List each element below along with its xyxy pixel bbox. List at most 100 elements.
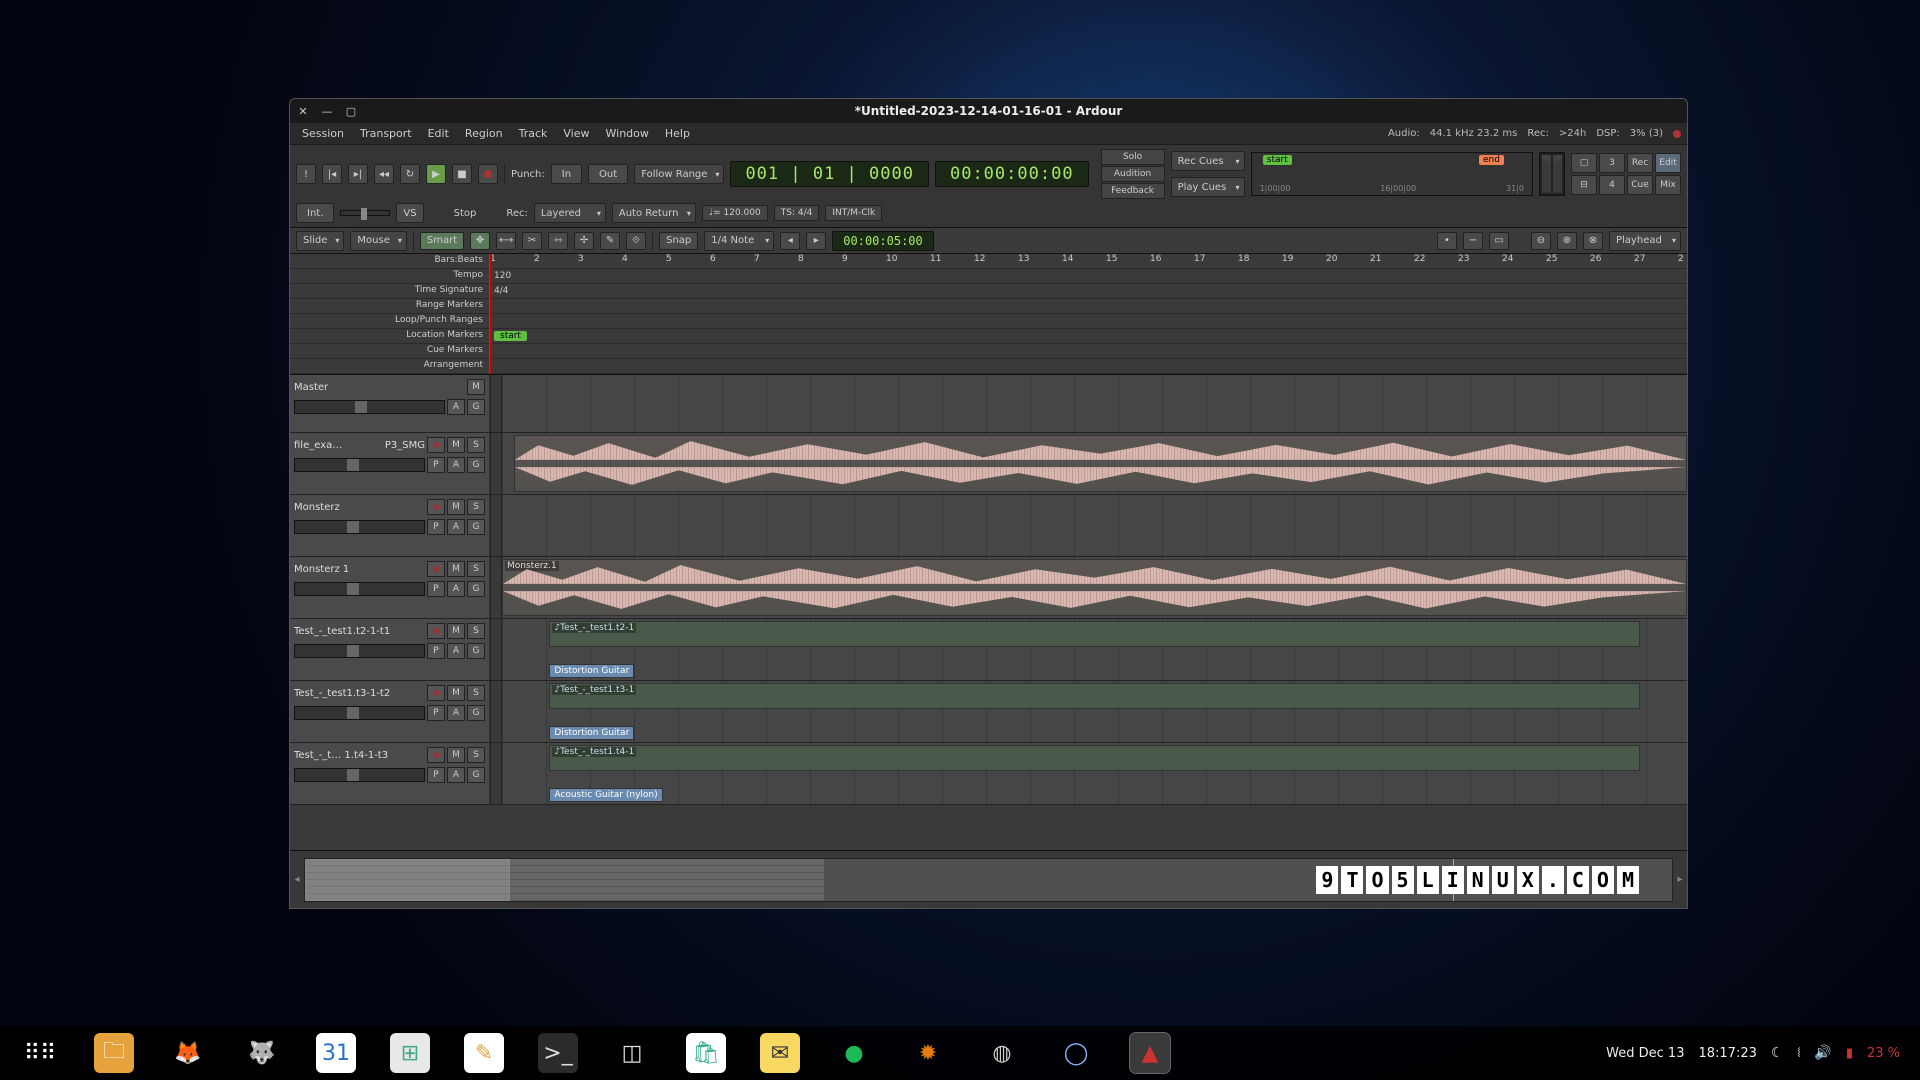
loop-punch-ruler[interactable]	[490, 314, 1687, 329]
app-firefox-icon[interactable]: 🦊	[168, 1033, 208, 1073]
menu-region[interactable]: Region	[459, 125, 509, 142]
instrument-label[interactable]: Distortion Guitar	[549, 664, 634, 678]
vs-button[interactable]: VS	[396, 203, 423, 223]
record-button[interactable]	[478, 164, 498, 184]
arrangement-ruler[interactable]	[490, 359, 1687, 374]
midi-region[interactable]: ♪Test_-_test1.t2-1	[549, 621, 1639, 647]
app-steam-icon[interactable]: ◍	[982, 1033, 1022, 1073]
menu-transport[interactable]: Transport	[354, 125, 418, 142]
track-header[interactable]: file_exa…P3_SMGMSPAG	[290, 433, 490, 494]
goto-start-button[interactable]: |◂	[322, 164, 342, 184]
layout-button[interactable]: ▢	[1571, 153, 1597, 173]
playhead-select[interactable]: Playhead	[1609, 231, 1681, 251]
tempo-ruler[interactable]: 120	[490, 269, 1687, 284]
track-a-button[interactable]: A	[447, 519, 465, 535]
automation-strip[interactable]	[490, 681, 502, 742]
track-g-button[interactable]: G	[467, 519, 485, 535]
automation-strip[interactable]	[490, 619, 502, 680]
app-spotify-icon[interactable]: ●	[834, 1033, 874, 1073]
punch-in-button[interactable]: In	[551, 164, 582, 184]
track-s-button[interactable]: S	[467, 747, 485, 763]
nudge-back-button[interactable]: ◂	[780, 232, 800, 250]
menu-help[interactable]: Help	[659, 125, 696, 142]
app-software-icon[interactable]: 🛍	[686, 1033, 726, 1073]
track-height-button[interactable]: ⊗	[1583, 232, 1603, 250]
draw-tool[interactable]: ✎	[600, 232, 620, 250]
automation-strip[interactable]	[490, 557, 502, 618]
wifi-icon[interactable]: ⧙	[1797, 1045, 1800, 1061]
track-s-button[interactable]: S	[467, 437, 485, 453]
mouse-mode-select[interactable]: Mouse	[350, 231, 406, 251]
punch-out-button[interactable]: Out	[588, 164, 628, 184]
autoreturn-select[interactable]: Auto Return	[612, 203, 696, 223]
location-markers-ruler[interactable]: start	[490, 329, 1687, 344]
maximize-icon[interactable]: ▢	[346, 106, 356, 116]
track-g-button[interactable]: G	[467, 643, 485, 659]
feedback-indicator[interactable]: Feedback	[1101, 183, 1165, 199]
cut-tool[interactable]: ✂	[522, 232, 542, 250]
instrument-label[interactable]: Distortion Guitar	[549, 726, 634, 740]
track-fader[interactable]	[294, 582, 425, 596]
instrument-label[interactable]: Acoustic Guitar (nylon)	[549, 788, 662, 802]
night-icon[interactable]: ☾	[1771, 1045, 1784, 1061]
grid-tool[interactable]: ✢	[574, 232, 594, 250]
track-p-button[interactable]: P	[427, 767, 445, 783]
track-lane[interactable]	[502, 433, 1687, 494]
automation-strip[interactable]	[490, 375, 502, 432]
minimize-icon[interactable]: —	[322, 106, 332, 116]
track-a-button[interactable]: A	[447, 643, 465, 659]
track-g-button[interactable]: G	[467, 399, 485, 415]
track-p-button[interactable]: P	[427, 519, 445, 535]
cue-markers-ruler[interactable]	[490, 344, 1687, 359]
track-a-button[interactable]: A	[447, 705, 465, 721]
stretch-tool[interactable]: ⇿	[548, 232, 568, 250]
summary-viewport[interactable]	[305, 859, 510, 901]
track-g-button[interactable]: G	[467, 705, 485, 721]
track-g-button[interactable]: G	[467, 581, 485, 597]
track-header[interactable]: MasterMAG	[290, 375, 490, 432]
app-activities-icon[interactable]: ⠿⠿	[20, 1033, 60, 1073]
track-a-button[interactable]: A	[447, 399, 465, 415]
midi-region[interactable]: ♪Test_-_test1.t3-1	[549, 683, 1639, 709]
track-lane[interactable]: ♪Test_-_test1.t2-1 Distortion Guitar	[502, 619, 1687, 680]
track-p-button[interactable]: P	[427, 457, 445, 473]
track-rec-button[interactable]	[427, 747, 445, 763]
range-tool[interactable]: ⟷	[496, 232, 516, 250]
rec-cues-button[interactable]: Rec Cues	[1171, 151, 1245, 171]
zoom-out-button[interactable]: −	[1463, 232, 1483, 250]
track-m-button[interactable]: M	[447, 685, 465, 701]
app-mail-icon[interactable]: ✉	[760, 1033, 800, 1073]
rec-page-button[interactable]: Rec	[1627, 153, 1653, 173]
playhead-line[interactable]	[490, 254, 492, 374]
automation-strip[interactable]	[490, 743, 502, 804]
stop-button[interactable]: ■	[452, 164, 472, 184]
menu-track[interactable]: Track	[513, 125, 554, 142]
track-fader[interactable]	[294, 644, 425, 658]
midi-region[interactable]: ♪Test_-_test1.t4-1	[549, 745, 1639, 771]
track-expand-button[interactable]: ⊕	[1557, 232, 1577, 250]
track-header[interactable]: Test_-_test1.t2-1-t1MSPAG	[290, 619, 490, 680]
timecode-clock[interactable]: 00:00:00:00	[935, 161, 1089, 187]
int-sync-button[interactable]: Int.	[296, 203, 334, 223]
track-lane[interactable]: ♪Test_-_test1.t3-1 Distortion Guitar	[502, 681, 1687, 742]
scroll-right-button[interactable]: ▸	[1673, 874, 1687, 885]
edit-page-button[interactable]: Edit	[1655, 153, 1681, 173]
app-boxes-icon[interactable]: ◫	[612, 1033, 652, 1073]
bbt-clock[interactable]: 001 | 01 | 0000	[730, 161, 929, 187]
menu-session[interactable]: Session	[296, 125, 350, 142]
track-fader[interactable]	[294, 400, 445, 414]
mix-page-button[interactable]: Mix	[1655, 175, 1681, 195]
close-icon[interactable]: ✕	[298, 106, 308, 116]
menu-view[interactable]: View	[557, 125, 595, 142]
marker-end[interactable]: end	[1479, 155, 1504, 165]
rec-mode-select[interactable]: Layered	[534, 203, 606, 223]
automation-strip[interactable]	[490, 495, 502, 556]
app-files-icon[interactable]: 🗀	[94, 1033, 134, 1073]
audio-region[interactable]: Monsterz.1	[502, 559, 1687, 616]
track-m-button[interactable]: M	[447, 561, 465, 577]
track-s-button[interactable]: S	[467, 623, 485, 639]
audio-region[interactable]	[514, 435, 1687, 492]
snap-button[interactable]: Snap	[659, 232, 698, 250]
track-s-button[interactable]: S	[467, 685, 485, 701]
midi-panic-button[interactable]: !	[296, 164, 316, 184]
